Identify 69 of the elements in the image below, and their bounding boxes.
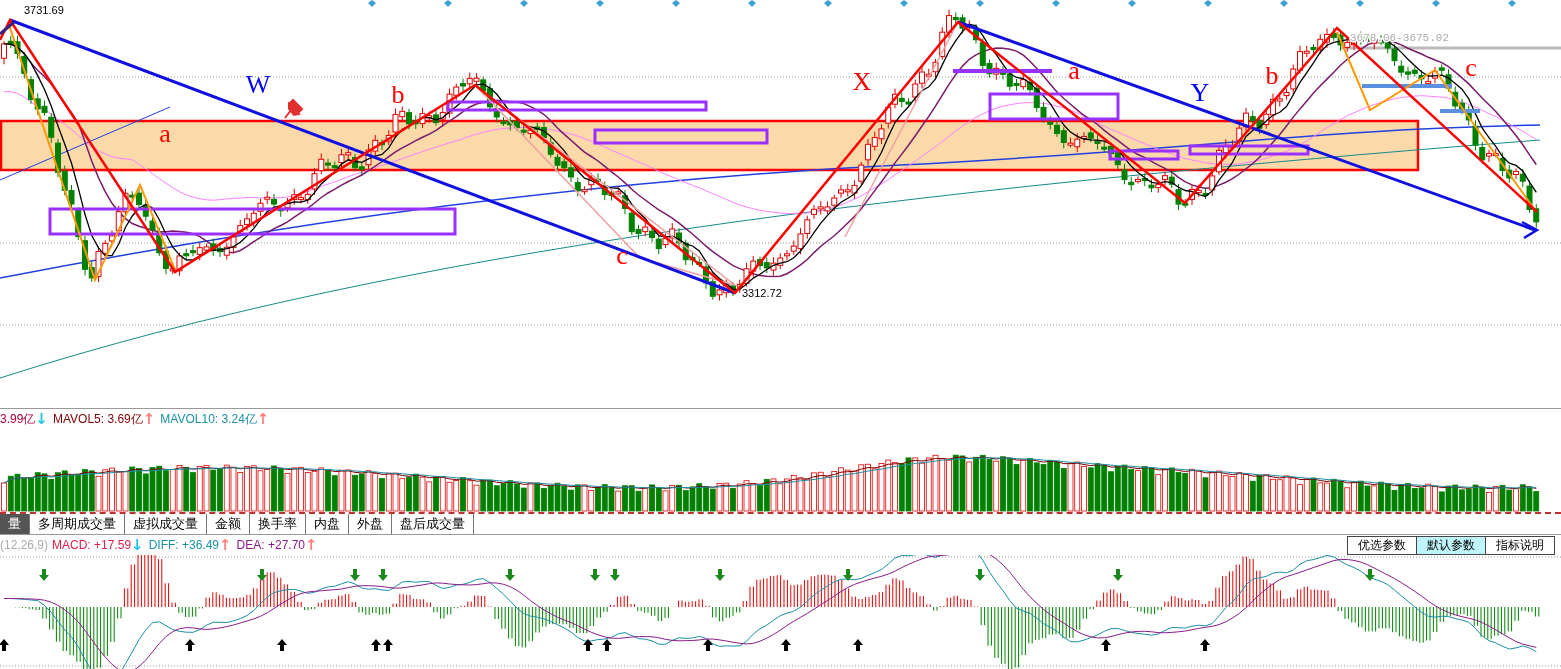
diamond-marker-icon	[1280, 0, 1288, 7]
wave-label: b	[1265, 61, 1279, 90]
trend-arrow: ↑	[305, 538, 318, 552]
diamond-marker-icon	[1052, 0, 1060, 7]
sell-signal-arrow-icon	[505, 569, 515, 581]
buy-signal-arrow-icon	[0, 639, 9, 651]
indicator-tab[interactable]: 量	[0, 514, 30, 534]
buy-signal-arrow-icon	[703, 639, 713, 651]
diamond-marker-icon	[368, 0, 376, 7]
trend-arrow: ↑	[256, 412, 270, 426]
diamond-marker-icon	[824, 0, 832, 7]
buy-signal-arrow-icon	[602, 639, 612, 651]
indicator-reading: DIFF: +36.49	[148, 538, 220, 552]
sell-signal-arrow-icon	[590, 569, 600, 581]
diamond-marker-icon	[672, 0, 680, 7]
wave-label: b	[391, 80, 405, 109]
trend-arrow: ↑	[219, 538, 232, 552]
sell-signal-arrow-icon	[843, 569, 853, 581]
diamond-marker-icon	[1432, 0, 1440, 7]
buy-signal-arrow-icon	[383, 639, 393, 651]
buy-signal-arrow-icon	[277, 639, 287, 651]
wave-label: Y	[1190, 78, 1210, 107]
buy-signal-arrow-icon	[1101, 639, 1111, 651]
indicator-reading: MAVOL10: 3.24亿	[160, 410, 257, 428]
level-bar	[1440, 109, 1480, 113]
diamond-marker-icon	[900, 0, 908, 7]
wave-label: c	[616, 241, 628, 270]
trend-arrow: ↓	[35, 412, 48, 426]
diamond-marker-icon	[444, 0, 452, 7]
diamond-marker-icon	[976, 0, 984, 7]
diamond-marker-icon	[1204, 0, 1212, 7]
buy-signal-arrow-icon	[185, 639, 195, 651]
buy-signal-arrow-icon	[1200, 639, 1210, 651]
indicator-reading: DEA: +27.70	[236, 538, 305, 552]
sell-signal-arrow-icon	[378, 569, 388, 581]
pushpin-icon	[284, 98, 304, 119]
sell-signal-arrow-icon	[715, 569, 725, 581]
price-label: 3312.72	[742, 287, 782, 299]
indicator-parameters: (12,26,9)	[0, 538, 49, 552]
indicator-reading: 3.99亿	[0, 410, 36, 428]
wave-label: a	[1068, 56, 1080, 85]
indicator-reading: MACD: +17.59	[52, 538, 132, 552]
sell-signal-arrow-icon	[39, 569, 49, 581]
diamond-marker-icon	[596, 0, 604, 7]
wave-label: a	[159, 119, 171, 148]
diamond-marker-icon	[1128, 0, 1136, 7]
buy-signal-arrow-icon	[781, 639, 791, 651]
sell-signal-arrow-icon	[350, 569, 360, 581]
trend-arrow: ↑	[142, 412, 156, 426]
buy-signal-arrow-icon	[583, 639, 593, 651]
wave-label: c	[1465, 53, 1477, 82]
diamond-marker-icon	[520, 0, 528, 7]
price-label: 3731.69	[24, 4, 64, 16]
trend-arrow: ↓	[131, 538, 144, 552]
wave-label: W	[245, 70, 271, 99]
sell-signal-arrow-icon	[1365, 569, 1375, 581]
sell-signal-arrow-icon	[610, 569, 620, 581]
sell-signal-arrow-icon	[1113, 569, 1123, 581]
sell-signal-arrow-icon	[257, 569, 267, 581]
indicator-reading: MAVOL5: 3.69亿	[52, 410, 143, 428]
wave-label: X	[852, 67, 872, 96]
consolidation-box	[1108, 149, 1180, 161]
buy-signal-arrow-icon	[853, 639, 863, 651]
sell-signal-arrow-icon	[975, 569, 985, 581]
diamond-marker-icon	[1356, 0, 1364, 7]
parameter-button[interactable]: 默认参数	[1417, 536, 1486, 554]
diamond-marker-icon	[1508, 0, 1516, 7]
diamond-marker-icon	[748, 0, 756, 7]
buy-signal-arrow-icon	[371, 639, 381, 651]
